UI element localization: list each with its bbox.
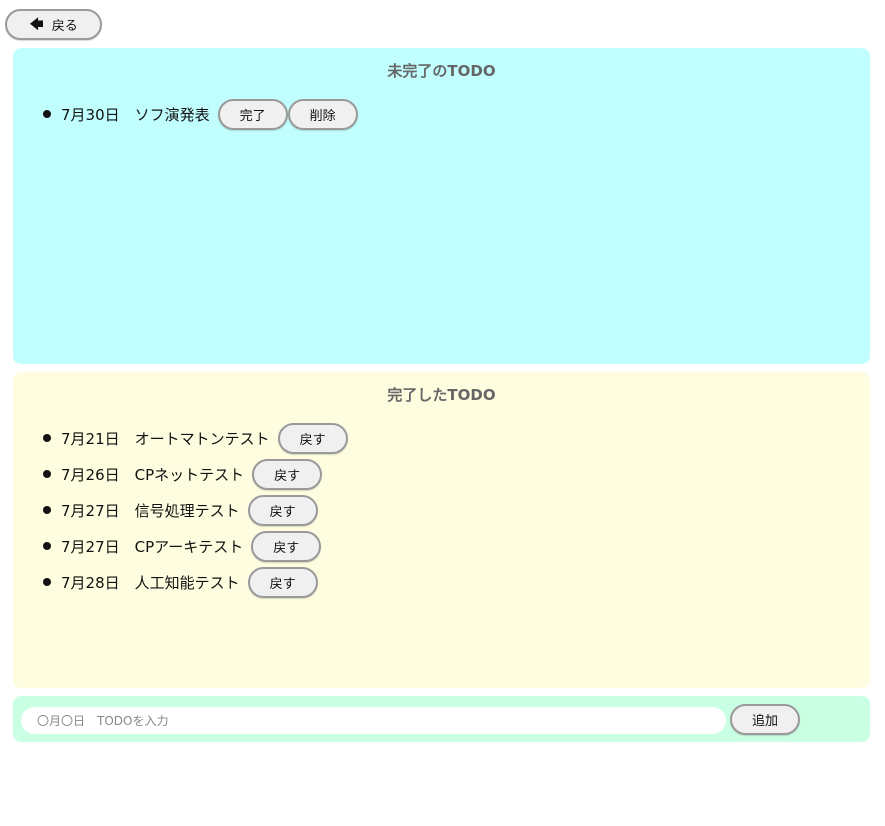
restore-button[interactable]: 戻す <box>247 494 318 526</box>
delete-button[interactable]: 削除 <box>287 98 358 130</box>
bullet-icon <box>43 506 51 514</box>
todo-text: 7月27日 信号処理テスト <box>61 501 240 520</box>
incomplete-todo-list: 7月30日 ソフ演発表 完了 削除 <box>43 96 358 132</box>
restore-button[interactable]: 戻す <box>277 422 348 454</box>
todo-text: 7月28日 人工知能テスト <box>61 573 240 592</box>
bullet-icon <box>43 542 51 550</box>
bullet-icon <box>43 578 51 586</box>
add-button[interactable]: 追加 <box>730 704 800 735</box>
add-todo-area: 追加 <box>13 696 870 742</box>
restore-button[interactable]: 戻す <box>247 566 318 598</box>
bullet-icon <box>43 470 51 478</box>
incomplete-todo-item: 7月30日 ソフ演発表 完了 削除 <box>43 96 358 132</box>
complete-todo-list: 7月21日 オートマトンテスト 戻す 7月26日 CPネットテスト 戻す 7月2… <box>43 420 348 600</box>
todo-text: 7月30日 ソフ演発表 <box>61 105 210 124</box>
todo-text: 7月26日 CPネットテスト <box>61 465 245 484</box>
todo-text: 7月27日 CPアーキテスト <box>61 537 244 556</box>
bullet-icon <box>43 110 51 118</box>
complete-todo-item: 7月26日 CPネットテスト 戻す <box>43 456 348 492</box>
restore-button[interactable]: 戻す <box>252 458 323 490</box>
back-button[interactable]: 🡄 戻る <box>5 9 102 40</box>
restore-button[interactable]: 戻す <box>251 530 322 562</box>
todo-input[interactable] <box>21 707 726 734</box>
incomplete-todo-panel: 未完了のTODO 7月30日 ソフ演発表 完了 削除 <box>13 48 870 364</box>
complete-todo-item: 7月21日 オートマトンテスト 戻す <box>43 420 348 456</box>
back-button-label: 戻る <box>51 19 78 34</box>
incomplete-todo-title: 未完了のTODO <box>387 62 496 80</box>
todo-text: 7月21日 オートマトンテスト <box>61 429 270 448</box>
complete-todo-item: 7月27日 CPアーキテスト 戻す <box>43 528 348 564</box>
complete-button[interactable]: 完了 <box>217 98 288 130</box>
arrow-left-icon: 🡄 <box>29 16 44 33</box>
complete-todo-item: 7月28日 人工知能テスト 戻す <box>43 564 348 600</box>
complete-todo-panel: 完了したTODO 7月21日 オートマトンテスト 戻す 7月26日 CPネットテ… <box>13 372 870 688</box>
complete-todo-title: 完了したTODO <box>387 386 496 404</box>
complete-todo-item: 7月27日 信号処理テスト 戻す <box>43 492 348 528</box>
bullet-icon <box>43 434 51 442</box>
